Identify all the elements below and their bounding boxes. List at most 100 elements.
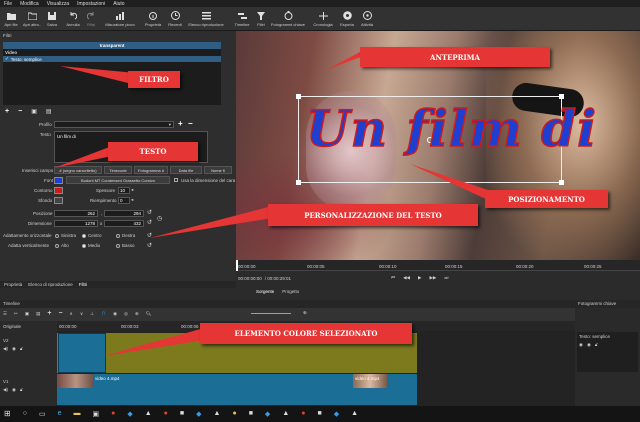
size-height-field[interactable]: 432 [104, 220, 144, 227]
h-align-center-radio[interactable]: Centro [82, 233, 102, 238]
lock-icon[interactable]: 🔓︎ [20, 387, 23, 393]
selected-color-clip[interactable] [58, 333, 106, 373]
app-icon[interactable]: ■ [180, 410, 184, 417]
background-color-swatch[interactable] [54, 197, 63, 204]
mute-icon[interactable]: ◀) [3, 387, 8, 393]
h-align-left-radio[interactable]: Sinistra [55, 233, 76, 238]
play-icon[interactable]: ▶ [418, 275, 421, 281]
app-icon[interactable]: ▲ [214, 410, 221, 417]
overwrite-icon[interactable]: ∨ [80, 311, 83, 317]
ripple-icon[interactable]: ◎ [124, 311, 128, 317]
player-ruler[interactable]: 00:00:00 00:00:05 00:00:10 00:00:15 00:0… [236, 260, 640, 271]
lift-icon[interactable]: ∧ [70, 311, 73, 317]
playhead[interactable] [236, 260, 238, 271]
position-y-field[interactable]: 294 [104, 210, 144, 217]
app-icon[interactable]: ● [111, 410, 115, 417]
thickness-stepper-icon[interactable]: ◂ [131, 187, 133, 193]
padding-spinbox[interactable]: 0 [118, 197, 130, 204]
insert-filename-button[interactable]: Nome fi [204, 166, 232, 174]
reset-position-icon[interactable]: ↺ [147, 209, 152, 216]
add-filter-button[interactable]: + [5, 108, 9, 115]
copy-icon[interactable]: ▣ [25, 311, 29, 317]
keyframes-track[interactable]: Testo: semplice ◉ ◉ 🔓︎ [577, 332, 638, 372]
export-button[interactable]: Esporta [338, 9, 356, 30]
redo-button[interactable]: Rifai [84, 9, 98, 30]
playlist-button[interactable]: Elenco riproduzione [187, 9, 225, 30]
use-font-size-checkbox[interactable] [174, 178, 178, 182]
undo-button[interactable]: Annulla [64, 9, 82, 30]
padding-stepper-icon[interactable]: ◂ [131, 197, 133, 203]
tab-filters[interactable]: Filtri [79, 282, 88, 287]
thickness-spinbox[interactable]: 10 [118, 187, 130, 194]
skip-end-icon[interactable]: ⏭ [444, 275, 448, 281]
app-icon[interactable]: ■ [249, 410, 253, 417]
position-x-field[interactable]: 262 [54, 210, 98, 217]
peak-meter-button[interactable]: Misuratore picco [105, 9, 135, 30]
menu-visualizza[interactable]: Visualizza [47, 1, 69, 7]
rewind-icon[interactable]: ◀◀ [403, 275, 410, 281]
jobs-button[interactable]: Attività [358, 9, 376, 30]
eye-icon[interactable]: ◉ [579, 342, 583, 348]
search-icon[interactable]: ○ [23, 410, 27, 417]
ripple-all-icon[interactable]: ⊕ [135, 311, 139, 317]
reset-h-align-icon[interactable]: ↺ [147, 232, 152, 239]
app-icon[interactable]: ◆ [334, 410, 339, 418]
folder-icon[interactable]: ▬ [73, 410, 80, 417]
resize-handle[interactable] [559, 180, 564, 185]
tab-source[interactable]: Sorgente [256, 289, 274, 294]
app-icon[interactable]: ● [164, 410, 168, 417]
app-icon[interactable]: ● [232, 410, 236, 417]
open-other-button[interactable]: Apri altro.. [22, 9, 42, 30]
resize-handle[interactable] [296, 180, 301, 185]
snap-icon[interactable]: ∩ [101, 310, 106, 317]
app-icon[interactable]: ■ [317, 410, 321, 417]
lock-icon[interactable]: 🔓︎ [595, 342, 598, 348]
app-icon[interactable]: ◆ [127, 410, 132, 418]
tab-project[interactable]: Progetto [282, 289, 299, 294]
app-icon[interactable]: ◆ [196, 410, 201, 418]
insert-hash-button[interactable]: # (segno cancelletto) [54, 166, 102, 174]
app-icon[interactable]: ▲ [145, 410, 152, 417]
menu-icon[interactable]: ☰ [3, 311, 7, 317]
timeline-button[interactable]: Timeline [232, 9, 252, 30]
remove-filter-button[interactable]: − [18, 108, 22, 115]
app-icon[interactable]: ● [301, 410, 305, 417]
v1-track-clip[interactable]: video 4.mp4 video 4.mp4 [57, 374, 417, 405]
tab-properties[interactable]: Proprietà [4, 282, 22, 287]
font-color-swatch[interactable] [54, 177, 63, 184]
menu-aiuto[interactable]: Aiuto [113, 1, 124, 7]
windows-start-icon[interactable]: ⊞ [4, 409, 11, 418]
history-button[interactable]: Cronologia [310, 9, 336, 30]
v-align-bottom-radio[interactable]: Basso [116, 243, 135, 248]
split-icon[interactable]: ⊥ [90, 311, 94, 317]
reset-size-icon[interactable]: ↺ [147, 219, 152, 226]
ripple-delete-icon[interactable]: − [58, 310, 62, 317]
cut-icon[interactable]: ✂ [14, 311, 18, 317]
tab-playlist[interactable]: Elenco di riproduzione [28, 282, 73, 287]
lock-icon[interactable]: 🔓︎ [20, 346, 23, 352]
insert-date-button[interactable]: Data file [170, 166, 202, 174]
append-icon[interactable]: + [47, 310, 51, 317]
app-icon[interactable]: ◆ [265, 410, 270, 418]
paste-filter-icon[interactable]: ▤ [46, 108, 52, 115]
zoom-in-icon[interactable]: ⊕ [303, 310, 307, 316]
profile-select[interactable]: ▾ [54, 121, 174, 128]
filters-button[interactable]: Filtri [254, 9, 268, 30]
menu-file[interactable]: File [4, 1, 12, 7]
font-select-button[interactable]: Bodoni MT Condensed Grassetto Corsivo [66, 176, 170, 184]
resize-handle[interactable] [296, 94, 301, 99]
mute-icon[interactable]: ◀) [3, 346, 8, 352]
eye-icon[interactable]: ◉ [12, 387, 16, 393]
insert-frame-button[interactable]: Fotogramma # [134, 166, 168, 174]
fast-forward-icon[interactable]: ▶▶ [429, 275, 436, 281]
insert-timecode-button[interactable]: Timecode [104, 166, 132, 174]
scrub-icon[interactable]: ◉ [113, 311, 117, 317]
save-button[interactable]: Salva [44, 9, 60, 30]
eye-icon[interactable]: ◉ [587, 342, 591, 348]
v-align-middle-radio[interactable]: Medio [82, 243, 100, 248]
outline-color-swatch[interactable] [54, 187, 63, 194]
edge-icon[interactable]: e [58, 410, 62, 417]
h-align-right-radio[interactable]: Destra [116, 233, 135, 238]
keyframe-position-icon[interactable]: ◷ [157, 215, 162, 222]
properties-button[interactable]: Proprietà [143, 9, 163, 30]
